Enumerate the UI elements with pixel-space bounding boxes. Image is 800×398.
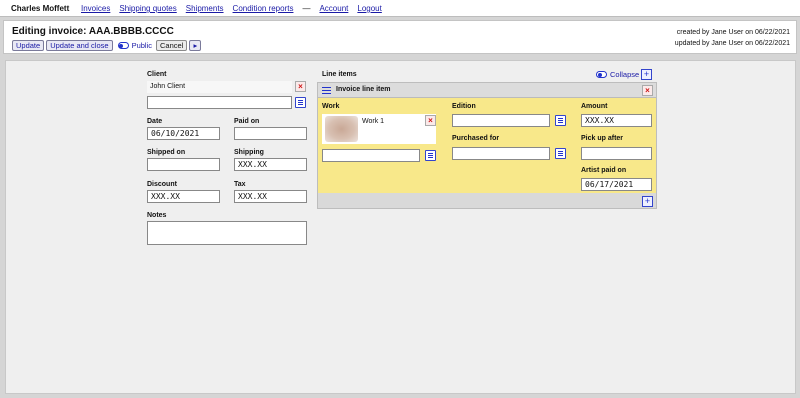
line-item-body: Work Work 1 × Edition Purchased for Amou… <box>318 98 656 193</box>
work-thumbnail <box>325 116 358 142</box>
work-search-input[interactable] <box>322 149 420 162</box>
brand-name: Charles Moffett <box>11 4 70 13</box>
line-items-panel: Invoice line item × Work Work 1 × Editio… <box>317 82 657 209</box>
shipped-on-input[interactable] <box>147 158 220 171</box>
cancel-button[interactable]: Cancel <box>156 40 188 51</box>
update-and-close-button[interactable]: Update and close <box>46 40 113 51</box>
collapse-toggle-icon[interactable] <box>596 71 607 78</box>
client-selected: John Client <box>147 81 292 93</box>
date-label: Date <box>147 118 163 125</box>
invoice-header: Editing invoice: AAA.BBBB.CCCC Update Up… <box>3 20 797 54</box>
nav-condition-reports[interactable]: Condition reports <box>233 4 294 13</box>
notes-textarea[interactable] <box>147 221 307 245</box>
collapse-toggle[interactable]: Collapse <box>593 70 639 79</box>
paid-on-input[interactable] <box>234 127 307 140</box>
shipped-on-label: Shipped on <box>147 149 186 156</box>
amount-input[interactable]: XXX.XX <box>581 114 652 127</box>
update-button[interactable]: Update <box>12 40 45 51</box>
created-info: created by Jane User on 06/22/2021 <box>676 29 790 36</box>
add-item-plus-icon[interactable]: + <box>642 196 653 207</box>
notes-label: Notes <box>147 212 167 219</box>
more-arrow-button[interactable]: ▸ <box>189 40 202 51</box>
amount-label: Amount <box>581 103 608 110</box>
edition-label: Edition <box>452 103 476 110</box>
purchased-for-label: Purchased for <box>452 135 500 142</box>
choose-work-list-icon[interactable] <box>425 150 436 161</box>
choose-edition-list-icon[interactable] <box>555 115 566 126</box>
updated-info: updated by Jane User on 06/22/2021 <box>674 40 790 47</box>
choose-purchaser-list-icon[interactable] <box>555 148 566 159</box>
choose-client-list-icon[interactable] <box>295 97 306 108</box>
line-items-label: Line items <box>322 71 357 78</box>
pick-up-after-input[interactable] <box>581 147 652 160</box>
artist-paid-on-input[interactable]: 06/17/2021 <box>581 178 652 191</box>
invoice-form: Client John Client × Date 06/10/2021 Pai… <box>5 60 796 394</box>
tax-label: Tax <box>234 181 246 188</box>
remove-client-close-icon[interactable]: × <box>295 81 306 92</box>
tax-input[interactable]: XXX.XX <box>234 190 307 203</box>
work-name: Work 1 <box>362 118 385 125</box>
date-input[interactable]: 06/10/2021 <box>147 127 220 140</box>
paid-on-label: Paid on <box>234 118 260 125</box>
public-toggle-icon[interactable] <box>117 42 129 49</box>
nav-account[interactable]: Account <box>319 4 348 13</box>
work-label: Work <box>322 103 340 110</box>
edition-input[interactable] <box>452 114 550 127</box>
nav-links: Invoices Shipping quotes Shipments Condi… <box>81 4 391 13</box>
client-label: Client <box>147 71 167 78</box>
pick-up-after-label: Pick up after <box>581 135 624 142</box>
discount-label: Discount <box>147 181 177 188</box>
public-toggle-label[interactable]: Public <box>132 41 152 50</box>
add-line-item-plus-icon[interactable]: + <box>641 69 652 80</box>
page-title: Editing invoice: AAA.BBBB.CCCC <box>12 26 174 37</box>
nav-logout[interactable]: Logout <box>357 4 381 13</box>
nav-shipping-quotes[interactable]: Shipping quotes <box>119 4 176 13</box>
discount-input[interactable]: XXX.XX <box>147 190 220 203</box>
purchased-for-input[interactable] <box>452 147 550 160</box>
nav-invoices[interactable]: Invoices <box>81 4 110 13</box>
client-search-input[interactable] <box>147 96 292 109</box>
work-card: Work 1 <box>322 114 436 144</box>
drag-handle-icon[interactable] <box>322 86 331 95</box>
line-item-bar: Invoice line item × <box>318 83 656 98</box>
nav-shipments[interactable]: Shipments <box>186 4 224 13</box>
toolbar: Update Update and close Public Cancel ▸ <box>12 40 202 51</box>
line-item-title: Invoice line item <box>336 86 391 93</box>
collapse-label[interactable]: Collapse <box>610 70 639 79</box>
shipping-input[interactable]: XXX.XX <box>234 158 307 171</box>
remove-line-item-close-icon[interactable]: × <box>642 85 653 96</box>
remove-work-close-icon[interactable]: × <box>425 115 436 126</box>
shipping-label: Shipping <box>234 149 264 156</box>
nav-separator: — <box>302 4 311 13</box>
top-nav: Charles Moffett Invoices Shipping quotes… <box>0 0 800 17</box>
artist-paid-on-label: Artist paid on <box>581 167 627 174</box>
